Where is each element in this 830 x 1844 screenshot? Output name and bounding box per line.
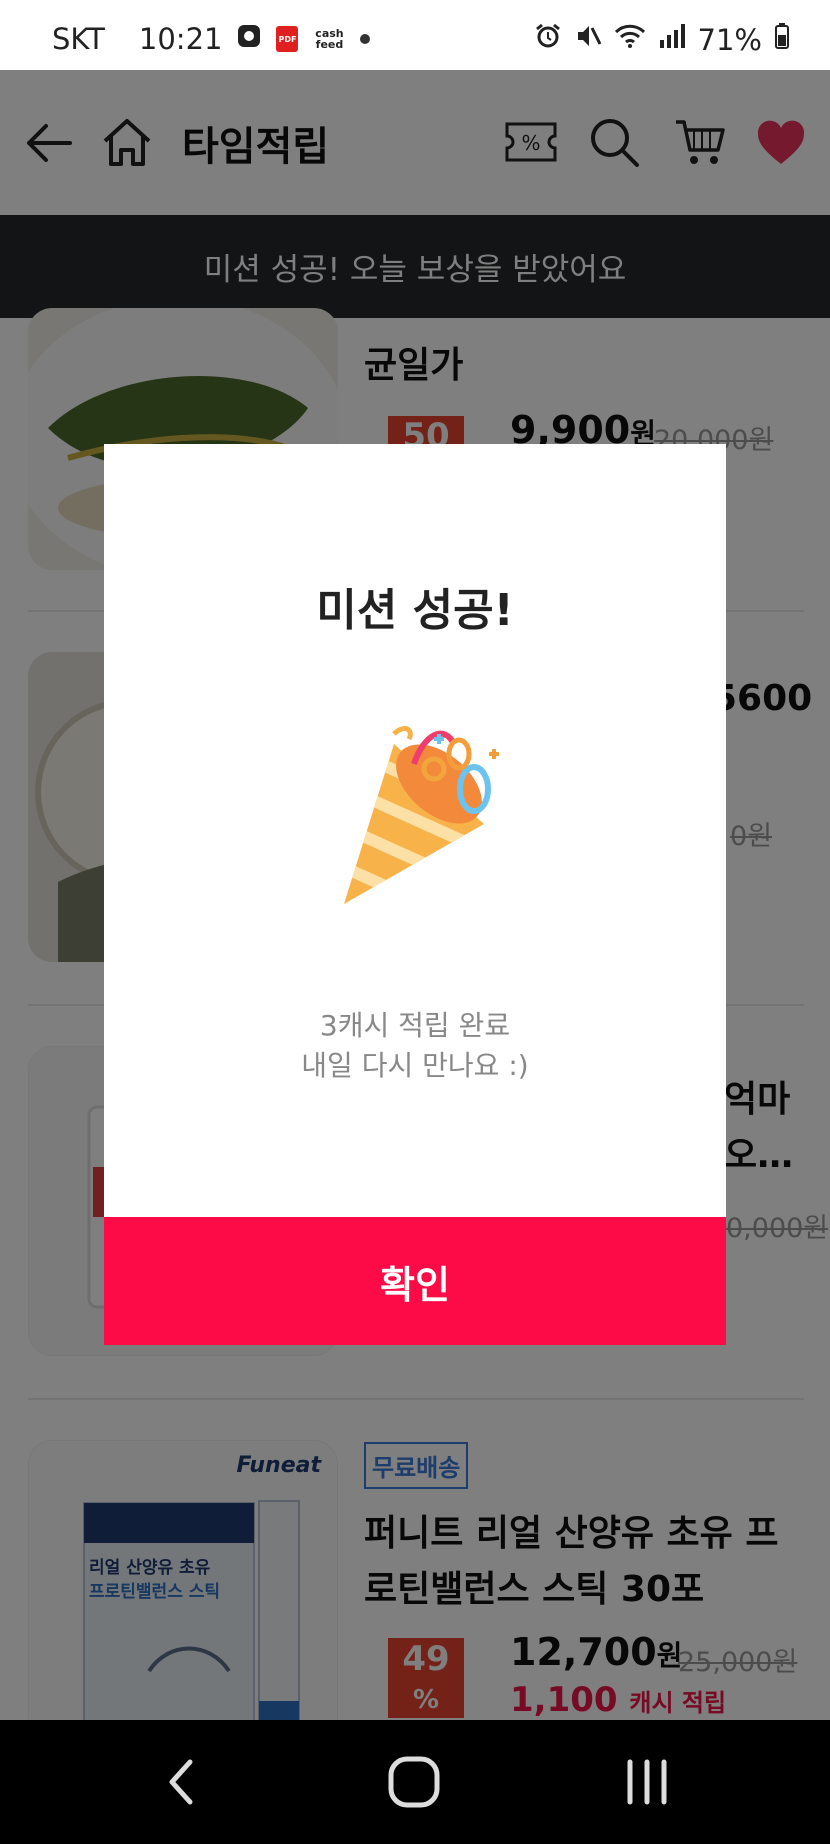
- screen: SKT 10:21 PDF cash feed 71% 미션 성공! 3캐시 적…: [0, 0, 830, 1844]
- cashfeed-app-icon: cash feed: [315, 27, 344, 51]
- more-notifications-dot-icon: [360, 34, 371, 44]
- nav-recents-icon[interactable]: [622, 1758, 672, 1810]
- notification-app-icon: [236, 22, 262, 56]
- clock-label: 10:21: [138, 22, 223, 56]
- status-right: 71%: [534, 22, 790, 57]
- pdf-app-icon: PDF: [276, 26, 299, 52]
- party-popper-icon: [314, 714, 514, 914]
- status-left: SKT 10:21 PDF cash feed: [52, 22, 371, 56]
- battery-icon: [774, 22, 790, 57]
- dialog-message-line2: 내일 다시 만나요 :): [301, 1049, 529, 1082]
- signal-icon: [658, 22, 686, 57]
- wifi-icon: [614, 22, 646, 57]
- mission-success-dialog: 미션 성공! 3캐시 적립 완료 내일 다시 만나요:) 확인: [104, 444, 726, 1345]
- confirm-button[interactable]: 확인: [104, 1217, 726, 1345]
- dialog-title: 미션 성공!: [316, 585, 514, 636]
- status-bar: SKT 10:21 PDF cash feed 71%: [0, 0, 830, 70]
- nav-back-icon[interactable]: [160, 1750, 200, 1818]
- carrier-label: SKT: [52, 22, 105, 56]
- battery-percent: 71%: [697, 22, 762, 57]
- dialog-message-line1: 3캐시 적립 완료: [319, 1009, 511, 1042]
- mute-icon: [574, 22, 602, 57]
- nav-home-icon[interactable]: [386, 1754, 442, 1814]
- system-nav-bar: [0, 1720, 830, 1844]
- alarm-icon: [534, 22, 562, 57]
